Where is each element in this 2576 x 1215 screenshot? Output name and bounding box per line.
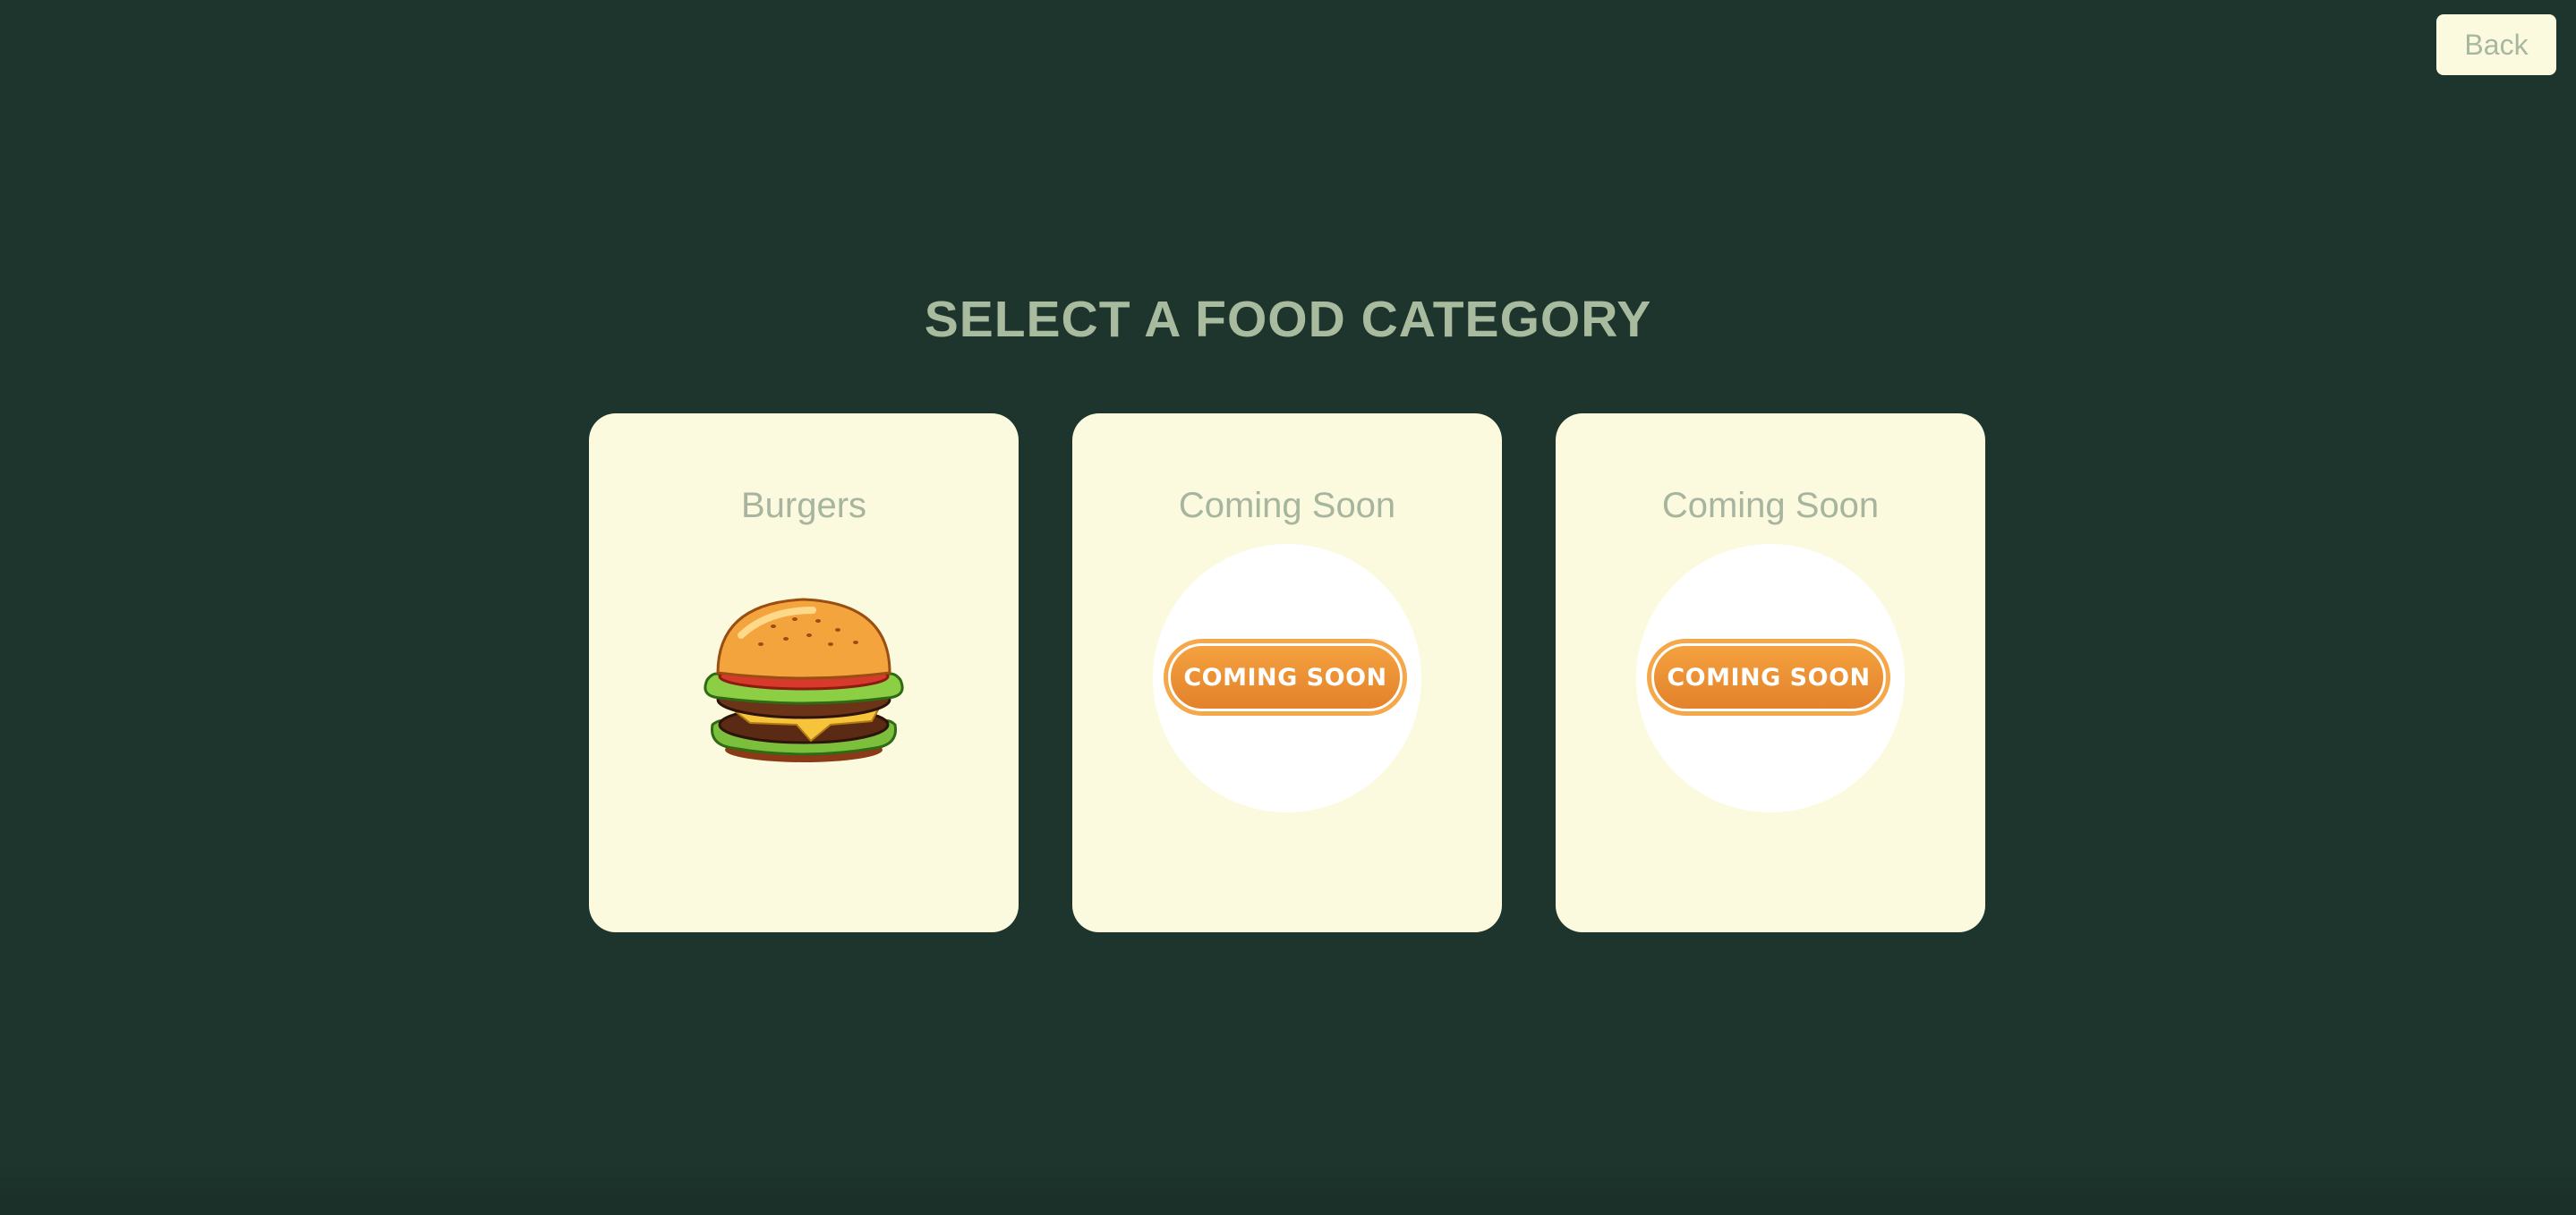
category-label: Coming Soon [1661,486,1880,525]
coming-soon-badge: COMING SOON [1647,639,1890,716]
coming-soon-image: COMING SOON [1636,544,1905,812]
coming-soon-badge-text: COMING SOON [1168,643,1403,711]
coming-soon-badge-text: COMING SOON [1651,643,1886,711]
category-page: Back SELECT A FOOD CATEGORY Burgers Comi… [0,0,2576,1215]
burger-image [704,598,904,762]
category-label: Burgers [740,486,867,525]
coming-soon-badge: COMING SOON [1164,639,1407,716]
back-button[interactable]: Back [2436,14,2556,75]
category-card-coming-soon-1[interactable]: Coming Soon COMING SOON [1072,413,1502,932]
coming-soon-image: COMING SOON [1153,544,1421,812]
category-card-burgers[interactable]: Burgers [589,413,1019,932]
category-card-coming-soon-2[interactable]: Coming Soon COMING SOON [1556,413,1985,932]
bottom-shade [0,1163,2576,1215]
page-title: SELECT A FOOD CATEGORY [924,291,1652,348]
category-label: Coming Soon [1178,486,1396,525]
